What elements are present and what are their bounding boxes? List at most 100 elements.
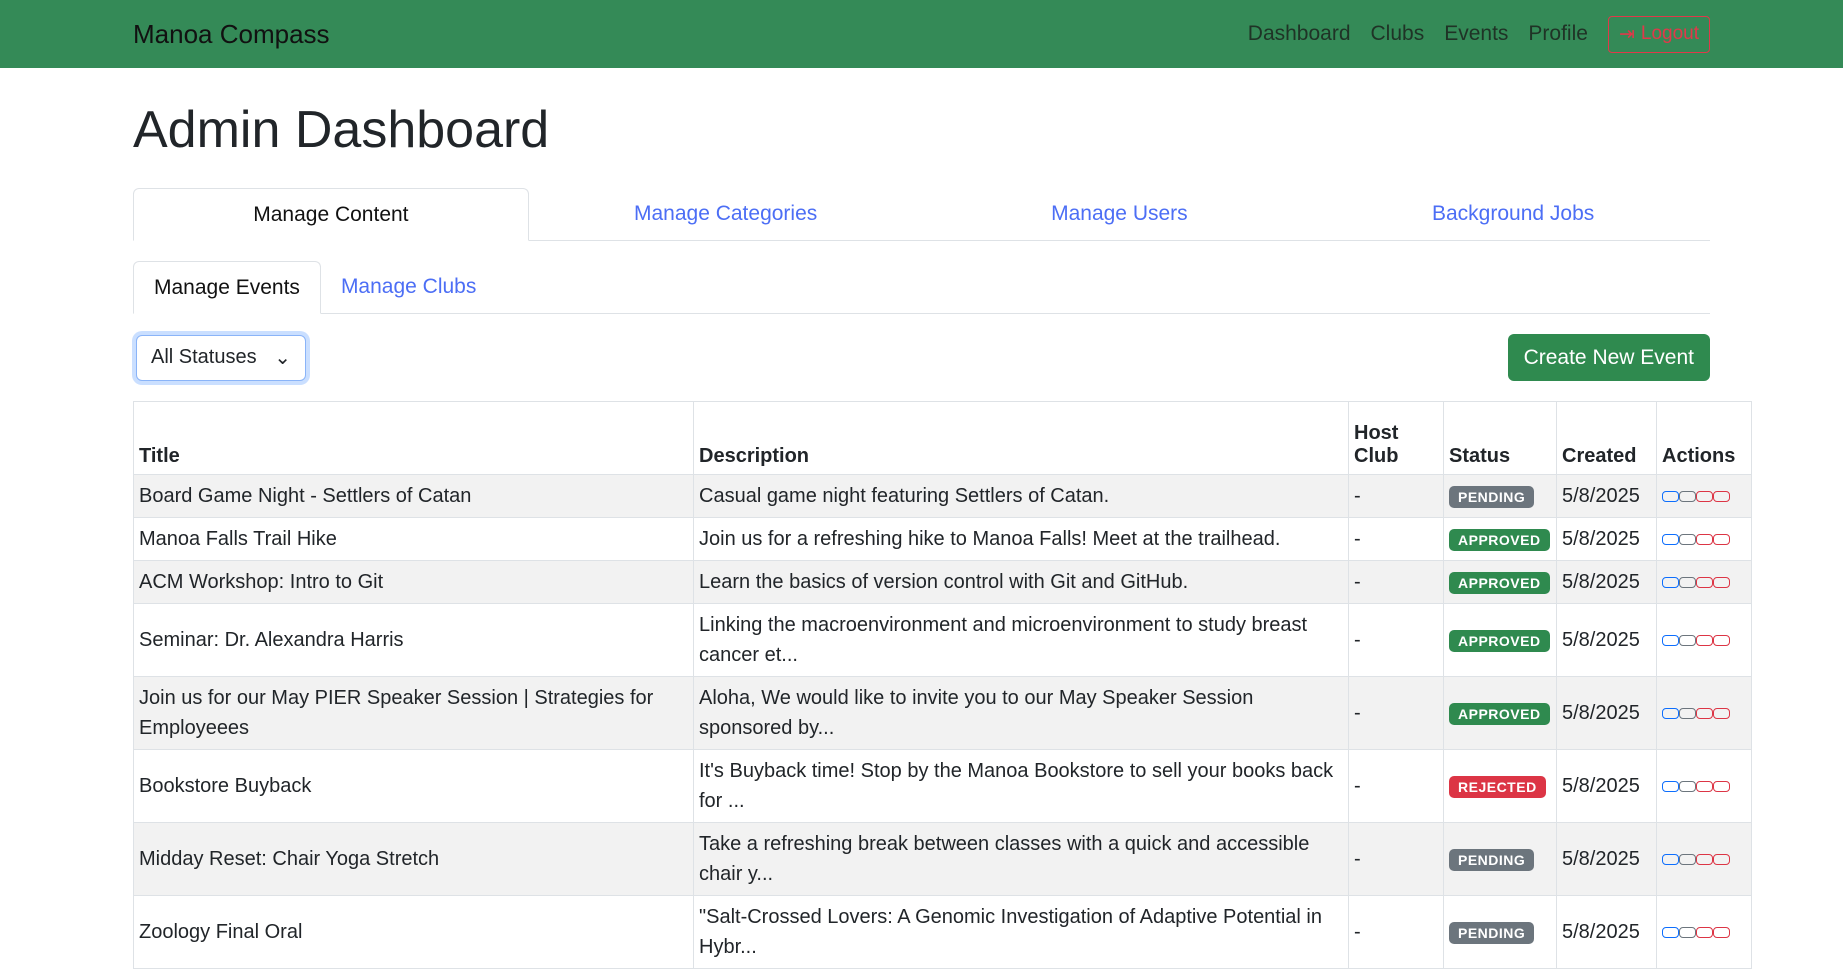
action-buttons [1662,634,1746,646]
table-row: ACM Workshop: Intro to Git Learn the basi… [133,560,1752,604]
tab-manage-clubs[interactable]: Manage Clubs [321,261,496,313]
delete-button[interactable] [1713,707,1730,719]
header-created: Created [1556,401,1657,475]
reject-button[interactable] [1696,853,1713,865]
event-status-cell: APPROVED [1443,560,1557,604]
reject-button[interactable] [1696,707,1713,719]
header-title: Title [133,401,694,475]
tab-manage-events[interactable]: Manage Events [133,261,321,314]
tab-manage-content[interactable]: Manage Content [133,188,529,241]
reject-button[interactable] [1696,780,1713,792]
approve-button[interactable] [1679,634,1696,646]
delete-button[interactable] [1713,490,1730,502]
event-actions-cell [1656,749,1752,823]
edit-button[interactable] [1662,707,1679,719]
approve-button[interactable] [1679,533,1696,545]
logout-icon: ⇥ [1618,23,1635,45]
nav-clubs-link[interactable]: Clubs [1371,22,1425,46]
delete-button[interactable] [1713,533,1730,545]
approve-button[interactable] [1679,576,1696,588]
edit-button[interactable] [1662,853,1679,865]
event-status-cell: APPROVED [1443,603,1557,677]
reject-button[interactable] [1696,490,1713,502]
reject-button[interactable] [1696,634,1713,646]
logout-button[interactable]: ⇥ Logout [1607,15,1710,53]
page-title: Admin Dashboard [133,101,550,159]
event-title-cell: Board Game Night - Settlers of Catan [133,474,694,518]
reject-button[interactable] [1696,576,1713,588]
chevron-down-icon: ⌄ [274,347,291,369]
table-row: Join us for our May PIER Speaker Session… [133,676,1752,750]
event-actions-cell [1656,822,1752,896]
status-badge: APPROVED [1449,702,1550,725]
event-created-cell: 5/8/2025 [1556,895,1657,969]
delete-button[interactable] [1713,926,1730,938]
event-host-cell: - [1348,676,1444,750]
edit-button[interactable] [1662,926,1679,938]
edit-button[interactable] [1662,780,1679,792]
status-badge: APPROVED [1449,629,1550,652]
delete-button[interactable] [1713,576,1730,588]
table-row: Manoa Falls Trail Hike Join us for a refr… [133,517,1752,561]
event-description-cell: Linking the macroenvironment and microen… [693,603,1349,677]
event-host-cell: - [1348,517,1444,561]
event-actions-cell [1656,474,1752,518]
status-badge: PENDING [1449,848,1535,871]
event-title-cell: ACM Workshop: Intro to Git [133,560,694,604]
header-host-club: Host Club [1348,401,1444,475]
table-row: Midday Reset: Chair Yoga Stretch Take a r… [133,822,1752,896]
tab-manage-users[interactable]: Manage Users [923,188,1317,240]
tab-manage-categories[interactable]: Manage Categories [529,188,923,240]
event-title-cell: Join us for our May PIER Speaker Session… [133,676,694,750]
nav-dashboard-link[interactable]: Dashboard [1248,22,1351,46]
tab-background-jobs[interactable]: Background Jobs [1316,188,1710,240]
logout-label: Logout [1640,23,1699,44]
approve-button[interactable] [1679,853,1696,865]
header-status: Status [1443,401,1557,475]
event-host-cell: - [1348,749,1444,823]
table-controls: All Statuses ⌄ Create New Event [133,334,1710,381]
nav-profile-link[interactable]: Profile [1528,22,1588,46]
main-tabs: Manage Content Manage Categories Manage … [133,188,1710,241]
event-created-cell: 5/8/2025 [1556,474,1657,518]
brand-name[interactable]: Manoa Compass [133,19,330,50]
reject-button[interactable] [1696,533,1713,545]
delete-button[interactable] [1713,634,1730,646]
event-title-cell: Manoa Falls Trail Hike [133,517,694,561]
edit-button[interactable] [1662,490,1679,502]
header-description: Description [693,401,1349,475]
create-new-event-button[interactable]: Create New Event [1507,334,1710,381]
approve-button[interactable] [1679,926,1696,938]
main-container: Admin Dashboard Manage Content Manage Ca… [0,100,1843,969]
table-row: Bookstore Buyback It's Buyback time! Stop… [133,749,1752,823]
event-status-cell: REJECTED [1443,749,1557,823]
nav-events-link[interactable]: Events [1444,22,1508,46]
event-created-cell: 5/8/2025 [1556,822,1657,896]
delete-button[interactable] [1713,780,1730,792]
event-created-cell: 5/8/2025 [1556,749,1657,823]
edit-button[interactable] [1662,576,1679,588]
delete-button[interactable] [1713,853,1730,865]
event-status-cell: APPROVED [1443,517,1557,561]
status-badge: REJECTED [1449,775,1546,798]
event-host-cell: - [1348,560,1444,604]
event-actions-cell [1656,560,1752,604]
approve-button[interactable] [1679,490,1696,502]
edit-button[interactable] [1662,533,1679,545]
event-created-cell: 5/8/2025 [1556,517,1657,561]
event-status-cell: PENDING [1443,474,1557,518]
approve-button[interactable] [1679,780,1696,792]
event-host-cell: - [1348,603,1444,677]
event-actions-cell [1656,676,1752,750]
status-badge: APPROVED [1449,571,1550,594]
event-created-cell: 5/8/2025 [1556,676,1657,750]
event-title-cell: Zoology Final Oral [133,895,694,969]
approve-button[interactable] [1679,707,1696,719]
reject-button[interactable] [1696,926,1713,938]
event-created-cell: 5/8/2025 [1556,560,1657,604]
status-filter-select[interactable]: All Statuses ⌄ [136,334,306,381]
top-navbar: Manoa Compass Dashboard Clubs Events Pro… [0,0,1843,68]
edit-button[interactable] [1662,634,1679,646]
event-description-cell: "Salt-Crossed Lovers: A Genomic Investig… [693,895,1349,969]
event-host-cell: - [1348,895,1444,969]
